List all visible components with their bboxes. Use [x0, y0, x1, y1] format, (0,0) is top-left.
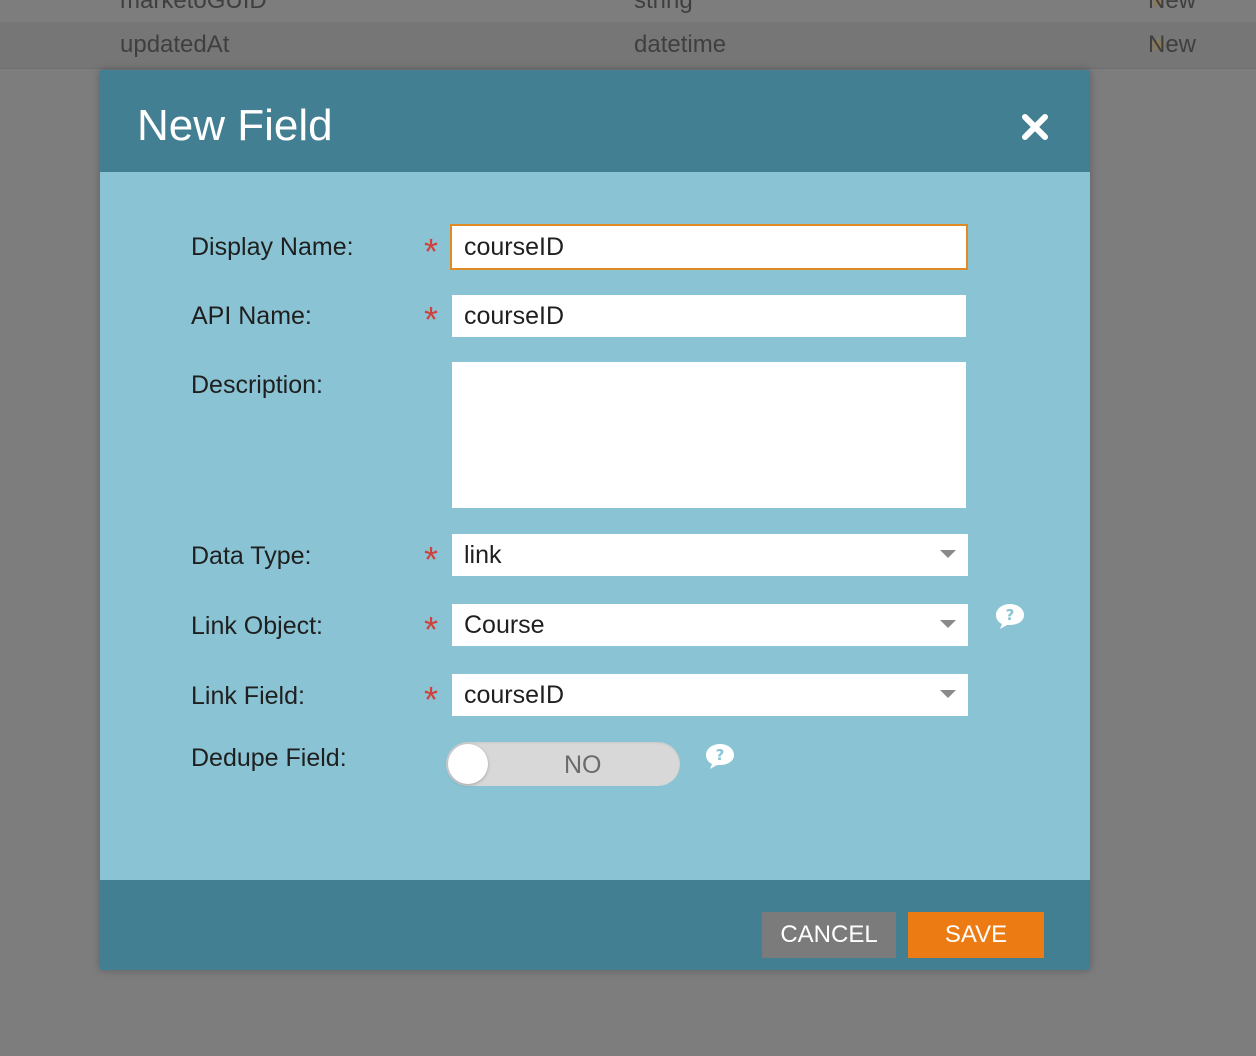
dialog-header: New Field — [100, 70, 1090, 172]
cancel-button[interactable]: CANCEL — [762, 912, 896, 958]
link-object-help-button[interactable]: ? — [994, 602, 1026, 630]
dedupe-field-label: Dedupe Field: — [191, 744, 347, 772]
field-type-cell: string — [634, 0, 693, 14]
required-marker: * — [423, 679, 438, 720]
new-field-dialog: New Field Display Name: * API Name: * De… — [100, 70, 1090, 970]
field-name-cell: marketoGUID — [120, 0, 267, 14]
save-button[interactable]: SAVE — [908, 912, 1044, 958]
dialog-title: New Field — [137, 101, 333, 150]
toggle-state-text: NO — [564, 751, 602, 779]
dedupe-field-toggle[interactable]: NO — [446, 742, 680, 786]
close-button[interactable] — [1016, 108, 1054, 146]
table-row: updatedAt datetime ★ New — [0, 22, 1256, 69]
link-object-value: Course — [464, 611, 545, 639]
required-marker: * — [423, 539, 438, 580]
link-field-value: courseID — [464, 681, 565, 709]
data-type-select[interactable]: link — [452, 534, 968, 576]
toggle-knob — [448, 744, 488, 784]
link-field-label: Link Field: — [191, 682, 305, 710]
api-name-input[interactable] — [452, 295, 966, 337]
data-type-value: link — [464, 541, 502, 569]
description-textarea[interactable] — [452, 362, 966, 508]
chevron-down-icon — [940, 690, 956, 698]
table-row: marketoGUID string ★ New — [0, 0, 1256, 24]
link-object-select[interactable]: Course — [452, 604, 968, 646]
help-bubble-icon: ? — [706, 744, 734, 769]
data-type-label: Data Type: — [191, 542, 312, 570]
dialog-footer: CANCEL SAVE — [100, 880, 1090, 970]
chevron-down-icon — [940, 550, 956, 558]
svg-text:?: ? — [1006, 606, 1015, 624]
required-marker: * — [423, 231, 438, 272]
display-name-label: Display Name: — [191, 233, 354, 261]
api-name-label: API Name: — [191, 302, 312, 330]
dedupe-field-help-button[interactable]: ? — [704, 742, 736, 770]
display-name-input[interactable] — [450, 224, 968, 270]
link-object-label: Link Object: — [191, 612, 324, 640]
field-name-cell: updatedAt — [120, 31, 230, 58]
field-type-cell: datetime — [634, 31, 727, 58]
chevron-down-icon — [940, 620, 956, 628]
required-marker: * — [423, 299, 438, 340]
help-bubble-icon: ? — [996, 604, 1024, 629]
required-marker: * — [423, 609, 438, 650]
svg-text:?: ? — [716, 746, 725, 764]
link-field-select[interactable]: courseID — [452, 674, 968, 716]
close-icon — [1022, 114, 1048, 140]
description-label: Description: — [191, 371, 323, 399]
